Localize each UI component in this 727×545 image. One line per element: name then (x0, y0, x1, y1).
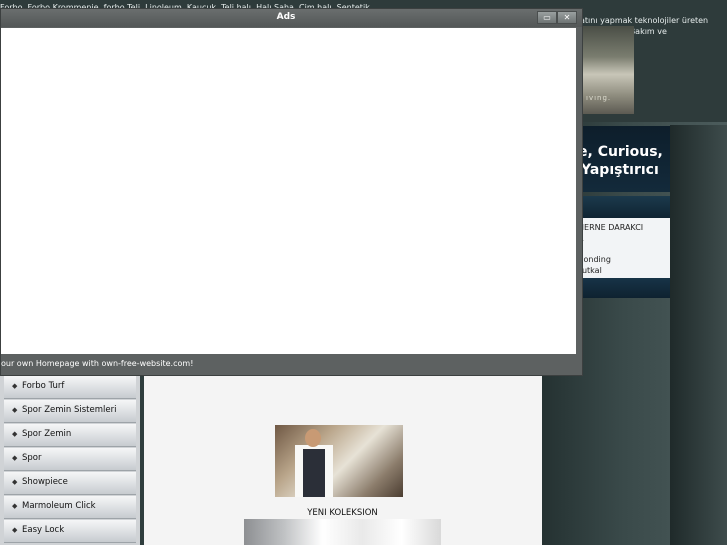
menu-item-label: Spor Zemin (22, 429, 72, 439)
menu-item-label: Forbo Turf (22, 381, 65, 391)
ads-popup-window: Ads ▭ ✕ our own Homepage with own-free-w… (0, 8, 583, 376)
banner-line-2: Yapıştırıcı (581, 162, 659, 178)
collection-photo (244, 519, 441, 545)
sidebar-box-footer (578, 278, 670, 298)
site-banner: e, Curious, Yapıştırıcı (578, 126, 670, 192)
menu-bullet-icon: ◆ (12, 406, 18, 414)
menu-item-showpiece[interactable]: ◆ Showpiece (4, 472, 136, 495)
menu-item-label: Spor (22, 453, 42, 463)
menu-item-forbo-turf[interactable]: ◆ Forbo Turf (4, 376, 136, 399)
maximize-icon[interactable]: ▭ (537, 11, 557, 24)
page-shadow-right (670, 125, 727, 545)
menu-item-spor[interactable]: ◆ Spor (4, 448, 136, 471)
sidebar-info-line-1: HERNE DARAKCI (578, 223, 644, 232)
ads-title: Ads (276, 12, 296, 22)
menu-item-label: Showpiece (22, 477, 68, 487)
banner-line-1: e, Curious, (578, 144, 663, 160)
header-text-line-2: atını yapmak teknolojiler üreten (580, 16, 709, 25)
menu-bullet-icon: ◆ (12, 478, 18, 486)
ads-content-area (1, 28, 576, 354)
menu-item-marmoleum-click[interactable]: ◆ Marmoleum Click (4, 496, 136, 519)
side-menu: ◆ Forbo Turf ◆ Spor Zemin Sistemleri ◆ S… (0, 372, 140, 545)
collection-caption: YENI KOLEKSION (307, 508, 378, 518)
menu-item-easy-lock[interactable]: ◆ Easy Lock (4, 520, 136, 543)
ads-titlebar[interactable]: Ads ▭ ✕ (1, 9, 582, 27)
menu-item-label: Spor Zemin Sistemleri (22, 405, 117, 415)
menu-bullet-icon: ◆ (12, 526, 18, 534)
menu-bullet-icon: ◆ (12, 454, 18, 462)
menu-item-spor-zemin-sistemleri[interactable]: ◆ Spor Zemin Sistemleri (4, 400, 136, 423)
ads-footer-link[interactable]: our own Homepage with own-free-website.c… (1, 359, 576, 368)
photo-vest (303, 449, 325, 497)
waiter-photo (275, 425, 403, 497)
menu-item-spor-zemin[interactable]: ◆ Spor Zemin (4, 424, 136, 447)
header-thumbnail-image: ıvıng. (580, 26, 634, 114)
menu-item-label: Easy Lock (22, 525, 65, 535)
menu-bullet-icon: ◆ (12, 430, 18, 438)
menu-bullet-icon: ◆ (12, 382, 18, 390)
banner-band (578, 196, 670, 218)
close-icon[interactable]: ✕ (557, 11, 577, 24)
menu-item-label: Marmoleum Click (22, 501, 96, 511)
thumbnail-caption: ıvıng. (586, 94, 612, 102)
sidebar-info-box: HERNE DARAKCI A Bonding Yutkal (578, 218, 670, 278)
photo-head (305, 429, 321, 447)
menu-bullet-icon: ◆ (12, 502, 18, 510)
